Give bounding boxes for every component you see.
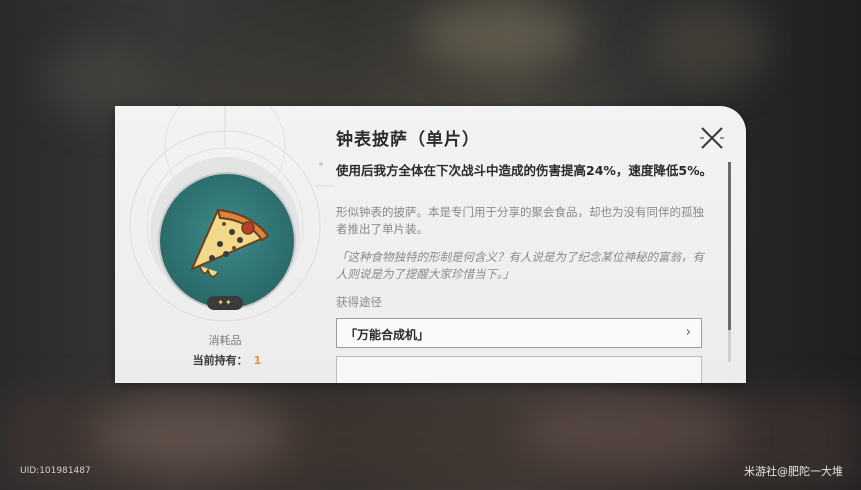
watermark: 米游社@肥陀一大堆 <box>744 465 843 478</box>
source-item-label: 「万能合成机」 <box>345 328 430 342</box>
source-item-button[interactable]: 「万能合成机」 › <box>336 318 702 348</box>
item-lore-quote: 「这种食物独特的形制是何含义？有人说是为了纪念某位神秘的富翁，有人则说是为了提醒… <box>336 250 704 281</box>
owned-label: 当前持有： <box>192 354 248 367</box>
background-blur <box>90 400 290 470</box>
item-image <box>158 172 296 310</box>
pizza-icon <box>190 208 270 278</box>
close-icon <box>700 127 724 149</box>
owned-count: 当前持有： 1 <box>172 352 282 368</box>
source-item-button[interactable] <box>336 356 702 383</box>
user-id: UID:101981487 <box>20 466 91 476</box>
owned-number: 1 <box>253 354 262 367</box>
item-title: 钟表披萨（单片） <box>336 130 480 150</box>
item-description: 形似钟表的披萨。本是专门用于分享的聚会食品，却也为没有同伴的孤独者推出了单片装。 <box>336 205 704 236</box>
background-blur <box>420 0 580 70</box>
rarity-badge: ✦✦ <box>207 296 243 310</box>
source-section-label: 获得途径 <box>336 295 382 309</box>
background-blur <box>650 0 770 90</box>
chevron-right-icon: › <box>685 325 691 340</box>
close-button[interactable] <box>698 124 726 152</box>
item-category: 消耗品 <box>208 334 242 347</box>
item-effect: 使用后我方全体在下次战斗中造成的伤害提高24%，速度降低5%。 <box>336 163 713 178</box>
background-blur <box>520 390 740 470</box>
scrollbar-thumb[interactable] <box>728 162 731 330</box>
